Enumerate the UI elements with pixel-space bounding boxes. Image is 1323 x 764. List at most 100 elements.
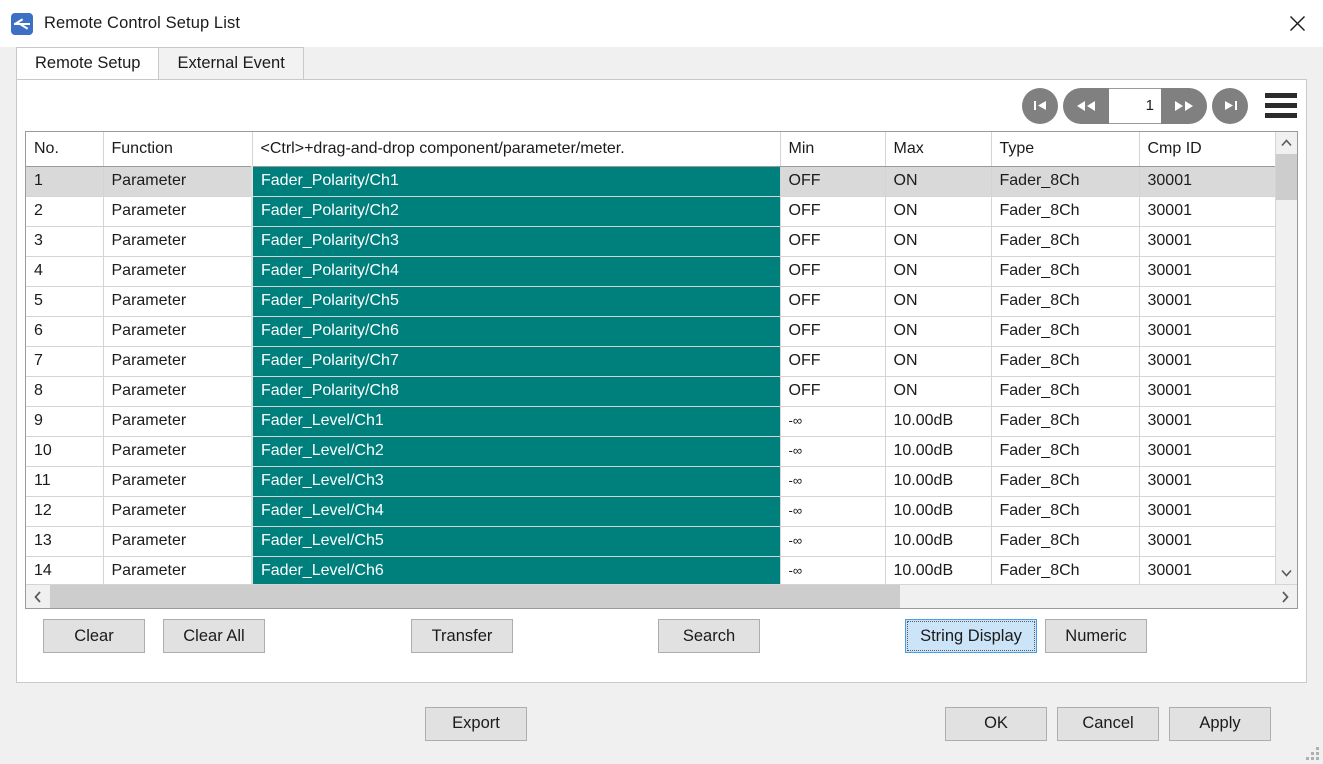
cell-type[interactable]: Fader_8Ch <box>991 346 1139 376</box>
cell-max[interactable]: 10.00dB <box>885 556 991 584</box>
apply-button[interactable]: Apply <box>1169 707 1271 741</box>
cell-min[interactable]: -∞ <box>780 406 885 436</box>
cell-param[interactable]: Fader_Level/Ch3 <box>252 466 780 496</box>
cell-max[interactable]: 10.00dB <box>885 526 991 556</box>
table-row[interactable]: 13ParameterFader_Level/Ch5-∞10.00dBFader… <box>26 526 1275 556</box>
vertical-scroll-thumb[interactable] <box>1276 154 1297 200</box>
column-header-max[interactable]: Max <box>885 132 991 166</box>
column-header-min[interactable]: Min <box>780 132 885 166</box>
cell-param[interactable]: Fader_Level/Ch1 <box>252 406 780 436</box>
cell-no[interactable]: 2 <box>26 196 103 226</box>
table-row[interactable]: 10ParameterFader_Level/Ch2-∞10.00dBFader… <box>26 436 1275 466</box>
cell-fn[interactable]: Parameter <box>103 166 252 196</box>
cell-max[interactable]: 10.00dB <box>885 496 991 526</box>
first-page-button[interactable] <box>1022 88 1058 124</box>
cell-cmp[interactable]: 30001 <box>1139 196 1275 226</box>
cell-fn[interactable]: Parameter <box>103 466 252 496</box>
cell-max[interactable]: ON <box>885 256 991 286</box>
list-menu-icon[interactable] <box>1265 91 1297 121</box>
cell-type[interactable]: Fader_8Ch <box>991 226 1139 256</box>
column-header-cmpid[interactable]: Cmp ID <box>1139 132 1275 166</box>
table-row[interactable]: 14ParameterFader_Level/Ch6-∞10.00dBFader… <box>26 556 1275 584</box>
cell-min[interactable]: -∞ <box>780 436 885 466</box>
cell-fn[interactable]: Parameter <box>103 226 252 256</box>
cell-max[interactable]: 10.00dB <box>885 436 991 466</box>
clear-button[interactable]: Clear <box>43 619 145 653</box>
cell-min[interactable]: -∞ <box>780 466 885 496</box>
cell-param[interactable]: Fader_Polarity/Ch3 <box>252 226 780 256</box>
cell-min[interactable]: -∞ <box>780 496 885 526</box>
table-row[interactable]: 5ParameterFader_Polarity/Ch5OFFONFader_8… <box>26 286 1275 316</box>
cell-no[interactable]: 13 <box>26 526 103 556</box>
cell-cmp[interactable]: 30001 <box>1139 436 1275 466</box>
column-header-function[interactable]: Function <box>103 132 252 166</box>
cell-fn[interactable]: Parameter <box>103 196 252 226</box>
cell-param[interactable]: Fader_Level/Ch5 <box>252 526 780 556</box>
table-row[interactable]: 9ParameterFader_Level/Ch1-∞10.00dBFader_… <box>26 406 1275 436</box>
cell-no[interactable]: 11 <box>26 466 103 496</box>
cell-min[interactable]: OFF <box>780 316 885 346</box>
cell-fn[interactable]: Parameter <box>103 376 252 406</box>
cell-min[interactable]: -∞ <box>780 556 885 584</box>
cell-type[interactable]: Fader_8Ch <box>991 376 1139 406</box>
cell-cmp[interactable]: 30001 <box>1139 526 1275 556</box>
cell-fn[interactable]: Parameter <box>103 256 252 286</box>
cell-fn[interactable]: Parameter <box>103 286 252 316</box>
cell-type[interactable]: Fader_8Ch <box>991 496 1139 526</box>
cancel-button[interactable]: Cancel <box>1057 707 1159 741</box>
table-row[interactable]: 7ParameterFader_Polarity/Ch7OFFONFader_8… <box>26 346 1275 376</box>
cell-param[interactable]: Fader_Polarity/Ch7 <box>252 346 780 376</box>
cell-max[interactable]: ON <box>885 196 991 226</box>
cell-param[interactable]: Fader_Level/Ch6 <box>252 556 780 584</box>
cell-max[interactable]: ON <box>885 376 991 406</box>
cell-type[interactable]: Fader_8Ch <box>991 166 1139 196</box>
scroll-right-icon[interactable] <box>1273 585 1297 608</box>
cell-min[interactable]: OFF <box>780 376 885 406</box>
last-page-button[interactable] <box>1212 88 1248 124</box>
cell-type[interactable]: Fader_8Ch <box>991 436 1139 466</box>
cell-cmp[interactable]: 30001 <box>1139 166 1275 196</box>
cell-cmp[interactable]: 30001 <box>1139 466 1275 496</box>
cell-param[interactable]: Fader_Polarity/Ch5 <box>252 286 780 316</box>
cell-cmp[interactable]: 30001 <box>1139 256 1275 286</box>
scroll-left-icon[interactable] <box>26 585 50 608</box>
export-button[interactable]: Export <box>425 707 527 741</box>
tab-remote-setup[interactable]: Remote Setup <box>16 47 159 79</box>
cell-cmp[interactable]: 30001 <box>1139 556 1275 584</box>
cell-min[interactable]: OFF <box>780 286 885 316</box>
cell-max[interactable]: 10.00dB <box>885 466 991 496</box>
cell-max[interactable]: ON <box>885 166 991 196</box>
previous-page-button[interactable] <box>1063 88 1109 124</box>
cell-type[interactable]: Fader_8Ch <box>991 526 1139 556</box>
cell-no[interactable]: 8 <box>26 376 103 406</box>
table-row[interactable]: 12ParameterFader_Level/Ch4-∞10.00dBFader… <box>26 496 1275 526</box>
vertical-scroll-track[interactable] <box>1276 154 1297 562</box>
cell-no[interactable]: 1 <box>26 166 103 196</box>
next-page-button[interactable] <box>1161 88 1207 124</box>
cell-param[interactable]: Fader_Polarity/Ch2 <box>252 196 780 226</box>
cell-no[interactable]: 3 <box>26 226 103 256</box>
cell-param[interactable]: Fader_Polarity/Ch8 <box>252 376 780 406</box>
cell-param[interactable]: Fader_Polarity/Ch4 <box>252 256 780 286</box>
page-number-input[interactable]: 1 <box>1109 88 1161 124</box>
cell-cmp[interactable]: 30001 <box>1139 496 1275 526</box>
cell-min[interactable]: OFF <box>780 226 885 256</box>
cell-cmp[interactable]: 30001 <box>1139 316 1275 346</box>
cell-cmp[interactable]: 30001 <box>1139 226 1275 256</box>
cell-max[interactable]: ON <box>885 316 991 346</box>
cell-param[interactable]: Fader_Polarity/Ch1 <box>252 166 780 196</box>
table-row[interactable]: 11ParameterFader_Level/Ch3-∞10.00dBFader… <box>26 466 1275 496</box>
cell-fn[interactable]: Parameter <box>103 436 252 466</box>
cell-cmp[interactable]: 30001 <box>1139 286 1275 316</box>
column-header-parameter[interactable]: <Ctrl>+drag-and-drop component/parameter… <box>252 132 780 166</box>
cell-type[interactable]: Fader_8Ch <box>991 256 1139 286</box>
cell-fn[interactable]: Parameter <box>103 496 252 526</box>
horizontal-scroll-track[interactable] <box>50 585 1273 608</box>
cell-min[interactable]: OFF <box>780 256 885 286</box>
cell-no[interactable]: 6 <box>26 316 103 346</box>
table-row[interactable]: 4ParameterFader_Polarity/Ch4OFFONFader_8… <box>26 256 1275 286</box>
table-row[interactable]: 3ParameterFader_Polarity/Ch3OFFONFader_8… <box>26 226 1275 256</box>
cell-max[interactable]: ON <box>885 286 991 316</box>
tab-external-event[interactable]: External Event <box>158 47 303 79</box>
cell-no[interactable]: 14 <box>26 556 103 584</box>
